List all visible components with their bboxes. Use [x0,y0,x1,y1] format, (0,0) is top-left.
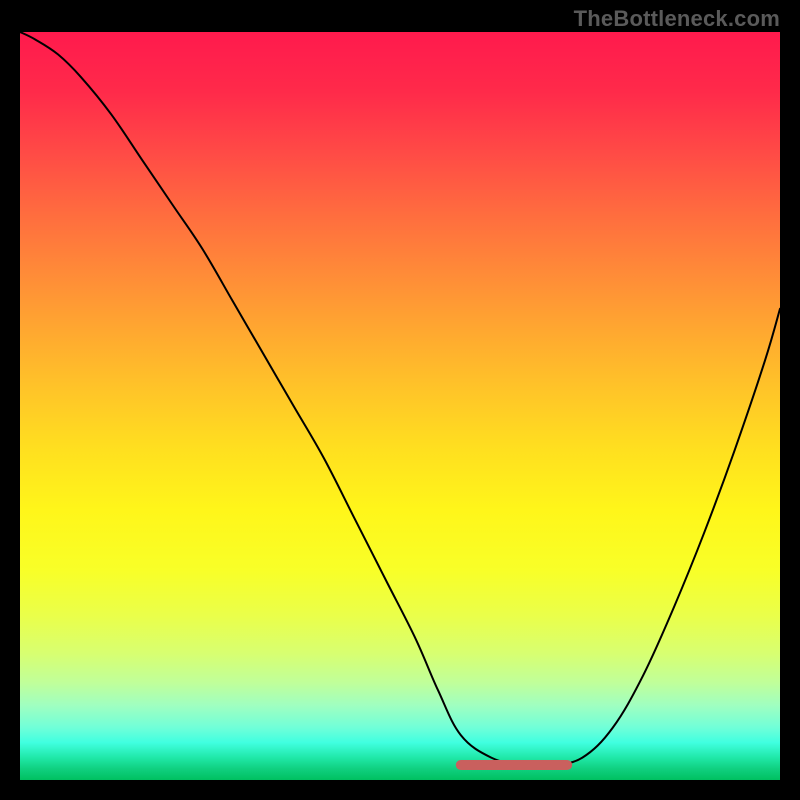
watermark-text: TheBottleneck.com [574,6,780,32]
bottleneck-curve [20,32,780,766]
plot-area [20,32,780,780]
chart-canvas: TheBottleneck.com [0,0,800,800]
curve-svg [20,32,780,780]
